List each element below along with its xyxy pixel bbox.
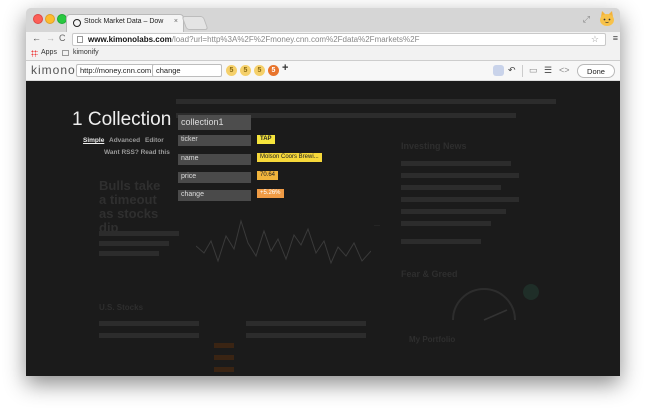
- mode-advanced-tab[interactable]: Advanced: [109, 137, 140, 144]
- address-url: www.kimonolabs.com/load?url=http%3A%2F%2…: [88, 35, 420, 44]
- bg-gauge-badge: [523, 284, 539, 300]
- collection-heading: 1 Collection: [72, 109, 172, 130]
- bg-table-line: [246, 333, 366, 338]
- back-icon[interactable]: ←: [32, 33, 41, 43]
- kimono-favicon-icon: [73, 19, 81, 27]
- profile-cat-icon[interactable]: [598, 10, 616, 28]
- bg-investing-news: Investing News: [401, 141, 467, 151]
- tab-title: Stock Market Data – Dow: [84, 18, 164, 25]
- close-window-button[interactable]: [33, 14, 43, 24]
- bg-portfolio: My Portfolio: [409, 335, 456, 344]
- bg-news-line: [401, 209, 506, 214]
- property-count-badge[interactable]: 5: [240, 65, 251, 76]
- kimono-logo: kimono: [31, 63, 76, 77]
- overlay-content: Bulls take a timeout as stocks dip Inves…: [26, 81, 620, 376]
- bg-axis-label: —: [374, 223, 380, 229]
- kimono-toolbar: kimono http://money.cnn.com change 5 5 5…: [26, 61, 620, 81]
- bg-change-cell: [214, 367, 234, 372]
- extension-icon[interactable]: [493, 65, 504, 76]
- browser-toolbar: ← → C www.kimonolabs.com/load?url=http%3…: [26, 32, 620, 47]
- property-name-field[interactable]: change: [178, 190, 251, 201]
- bg-headline: Bulls take a timeout as stocks dip: [99, 178, 161, 235]
- add-property-button[interactable]: +: [282, 62, 288, 74]
- rss-help-link[interactable]: Want RSS? Read this: [104, 149, 170, 156]
- bookmark-apps[interactable]: Apps: [41, 49, 57, 56]
- reload-icon[interactable]: C: [59, 33, 66, 43]
- bookmarks-bar: Apps kimonify: [26, 47, 620, 61]
- bg-table-line: [99, 333, 199, 338]
- collection-name-input[interactable]: change: [152, 64, 222, 77]
- bg-news-line: [401, 161, 511, 166]
- property-name-field[interactable]: price: [178, 172, 251, 183]
- bg-news-line: [401, 173, 519, 178]
- bg-text-line: [99, 251, 159, 256]
- bg-us-stocks: U.S. Stocks: [99, 303, 144, 312]
- bg-fear-greed: Fear & Greed: [401, 269, 458, 279]
- bg-table-line: [99, 321, 199, 326]
- apps-grid-icon[interactable]: [31, 50, 38, 57]
- done-button[interactable]: Done: [577, 64, 615, 78]
- tab-strip: Stock Market Data – Dow × ⤢: [26, 8, 620, 32]
- browser-window: Stock Market Data – Dow × ⤢ ← → C www.ki…: [26, 8, 620, 376]
- browser-tab[interactable]: Stock Market Data – Dow ×: [66, 14, 184, 32]
- address-bar[interactable]: www.kimonolabs.com/load?url=http%3A%2F%2…: [72, 33, 606, 46]
- data-model-icon[interactable]: ☰: [544, 65, 552, 76]
- page-view-icon[interactable]: ▭: [529, 65, 538, 76]
- bg-change-cell: [214, 355, 234, 360]
- mode-simple-tab[interactable]: Simple: [83, 137, 104, 144]
- bg-news-line: [401, 239, 481, 244]
- bg-news-line: [401, 221, 491, 226]
- bg-text-line: [99, 231, 179, 236]
- new-tab-button[interactable]: [181, 16, 209, 30]
- property-count-badge[interactable]: 5: [254, 65, 265, 76]
- bg-news-line: [401, 185, 501, 190]
- tab-close-icon[interactable]: ×: [174, 18, 178, 25]
- bookmark-star-icon[interactable]: ☆: [591, 34, 599, 45]
- mode-editor-tab[interactable]: Editor: [145, 137, 164, 144]
- bookmark-kimonify[interactable]: kimonify: [73, 49, 99, 56]
- undo-icon[interactable]: ↶: [508, 65, 516, 76]
- bg-text-line: [99, 241, 169, 246]
- property-value-badge: Molson Coors Brewi...: [257, 153, 322, 162]
- page-icon: [77, 36, 83, 43]
- forward-icon[interactable]: →: [46, 33, 55, 43]
- property-count-badge-active[interactable]: 5: [268, 65, 279, 76]
- bookmark-page-icon: [62, 50, 69, 56]
- property-count-badge[interactable]: 5: [226, 65, 237, 76]
- bg-news-line: [401, 197, 519, 202]
- collection-name-field[interactable]: collection1: [178, 115, 251, 130]
- property-value-badge: TAP: [257, 135, 275, 144]
- bg-gauge: [452, 288, 516, 321]
- bg-table-line: [246, 321, 366, 326]
- toolbar-divider: [522, 65, 523, 77]
- menu-icon[interactable]: ≡: [613, 33, 618, 43]
- bg-market-chart: [196, 219, 371, 265]
- bg-change-cell: [214, 343, 234, 348]
- code-icon[interactable]: <>: [559, 65, 570, 75]
- property-name-field[interactable]: ticker: [178, 135, 251, 146]
- property-name-field[interactable]: name: [178, 154, 251, 165]
- property-value-badge: 70.64: [257, 171, 279, 180]
- bg-nav-line: [176, 99, 556, 104]
- property-value-badge: +5.26%: [257, 189, 284, 198]
- minimize-window-button[interactable]: [45, 14, 55, 24]
- fullscreen-icon[interactable]: ⤢: [583, 14, 590, 25]
